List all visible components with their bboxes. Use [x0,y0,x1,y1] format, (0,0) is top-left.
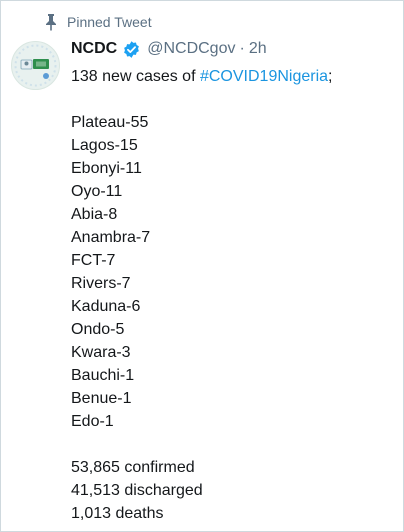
pinned-indicator: Pinned Tweet [43,13,152,31]
summary-deaths: 1,013 deaths [71,505,164,522]
state-line: Rivers-7 [71,275,131,292]
ncdc-logo-icon [14,44,57,87]
state-line: Anambra-7 [71,229,151,246]
state-line: Kwara-3 [71,344,131,361]
state-line: Bauchi-1 [71,367,135,384]
intro-end: ; [328,68,333,85]
tweet-content: NCDC @NCDCgov · 2h 138 new cases of #COV… [71,38,393,525]
intro-text: 138 new cases of [71,68,200,85]
hashtag-link[interactable]: #COVID19Nigeria [200,68,328,85]
state-line: Plateau-55 [71,114,149,131]
state-line: Edo-1 [71,413,114,430]
state-line: Ebonyi-11 [71,160,142,177]
author-name[interactable]: NCDC [71,38,117,60]
tweet-intro-line: 138 new cases of #COVID19Nigeria; [71,65,393,88]
state-line: Oyo-11 [71,183,123,200]
state-line: Ondo-5 [71,321,125,338]
tweet-timestamp[interactable]: 2h [249,38,267,60]
verified-badge-icon [124,40,140,58]
tweet-header: NCDC @NCDCgov · 2h [71,38,393,60]
state-line: Kaduna-6 [71,298,141,315]
author-handle[interactable]: @NCDCgov [147,38,235,60]
header-separator: · [239,40,245,57]
pinned-label: Pinned Tweet [67,14,152,30]
state-line: FCT-7 [71,252,116,269]
state-line: Lagos-15 [71,137,138,154]
summary-list: 53,865 confirmed 41,513 discharged 1,013… [71,456,393,525]
tweet-text: 138 new cases of #COVID19Nigeria; Platea… [71,65,393,525]
summary-confirmed: 53,865 confirmed [71,459,195,476]
state-line: Abia-8 [71,206,118,223]
pin-icon [46,14,56,31]
summary-discharged: 41,513 discharged [71,482,203,499]
state-list: Plateau-55 Lagos-15 Ebonyi-11 Oyo-11 Abi… [71,111,393,433]
tweet-card[interactable]: Pinned Tweet NCDC @NCDCgov · 2h 138 new … [0,0,404,532]
state-line: Benue-1 [71,390,132,407]
avatar[interactable] [11,41,60,90]
